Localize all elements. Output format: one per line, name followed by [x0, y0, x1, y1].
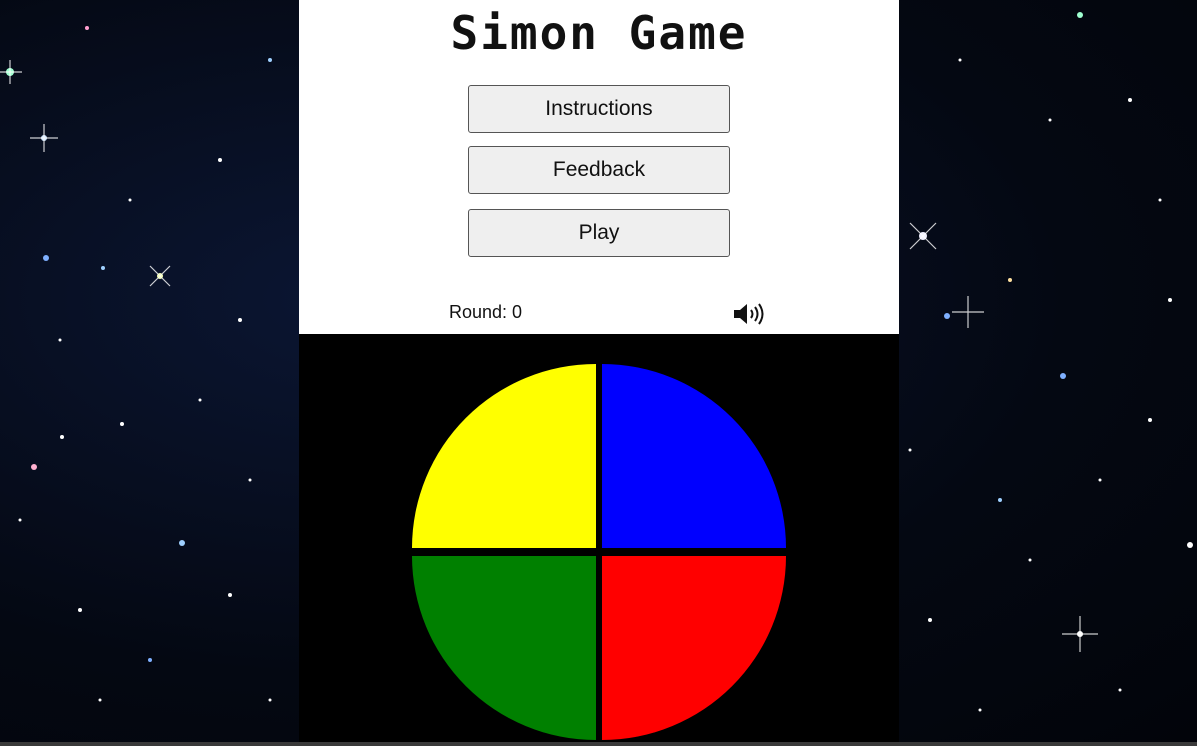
bottom-edge: [0, 742, 1197, 746]
sound-toggle-button[interactable]: [732, 300, 766, 328]
red-pad[interactable]: [602, 556, 786, 740]
page-title: Simon Game: [450, 6, 748, 60]
instructions-button[interactable]: Instructions: [468, 85, 730, 133]
round-label: Round: 0: [449, 302, 523, 322]
speaker-volume-icon: [734, 303, 764, 325]
simon-pads: [412, 364, 786, 740]
game-board: [299, 334, 899, 746]
play-button[interactable]: Play: [468, 209, 730, 257]
green-pad[interactable]: [412, 556, 596, 740]
blue-pad[interactable]: [602, 364, 786, 548]
menu-panel: Simon Game Instructions Feedback Play Ro…: [299, 0, 899, 334]
round-counter: Round: 0: [449, 302, 522, 323]
yellow-pad[interactable]: [412, 364, 596, 548]
feedback-button[interactable]: Feedback: [468, 146, 730, 194]
